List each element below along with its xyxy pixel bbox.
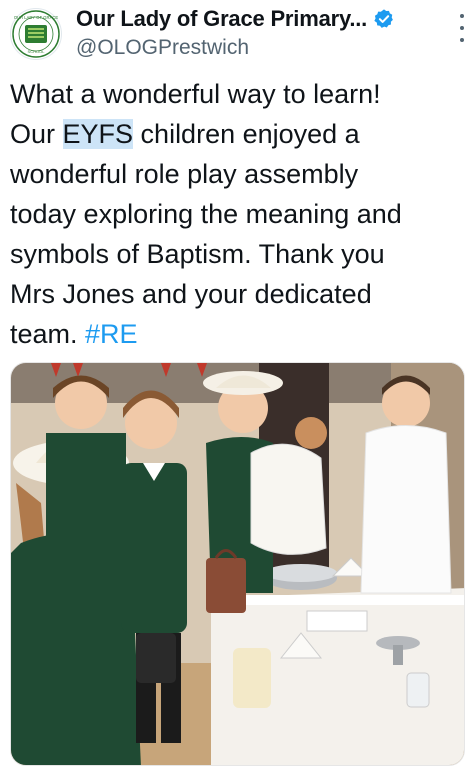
avatar[interactable]: OUR LADY OF GRACE SCHOOL — [10, 8, 62, 60]
tweet-text: What a wonderful way to learn! Our EYFS … — [10, 74, 470, 354]
school-crest-logo: OUR LADY OF GRACE SCHOOL — [12, 10, 60, 58]
tweet-line: children enjoyed a — [133, 119, 360, 149]
tweet-line: Mrs Jones and your dedicated — [10, 279, 372, 309]
tweet-line: wonderful role play assembly — [10, 159, 359, 189]
svg-text:SCHOOL: SCHOOL — [28, 49, 46, 54]
name-row: Our Lady of Grace Primary... — [76, 6, 395, 32]
tweet-line: What a wonderful way to learn! — [10, 79, 381, 109]
hashtag-link[interactable]: #RE — [85, 319, 138, 349]
account-handle[interactable]: @OLOGPrestwich — [76, 36, 249, 60]
tweet-line: symbols of Baptism. Thank you — [10, 239, 385, 269]
tweet-photo[interactable] — [10, 362, 465, 766]
tweet-line: Our — [10, 119, 63, 149]
tweet-header: OUR LADY OF GRACE SCHOOL Our Lady of Gra… — [0, 0, 474, 70]
display-name[interactable]: Our Lady of Grace Primary... — [76, 6, 367, 32]
highlighted-text: EYFS — [62, 119, 134, 149]
svg-text:OUR LADY OF GRACE: OUR LADY OF GRACE — [14, 15, 59, 20]
assembly-photo-illustration — [11, 363, 464, 765]
verified-badge-icon — [374, 9, 394, 28]
tweet-line: today exploring the meaning and — [10, 199, 402, 229]
tweet-line: team. — [10, 319, 86, 349]
more-vertical-icon[interactable] — [456, 14, 468, 42]
